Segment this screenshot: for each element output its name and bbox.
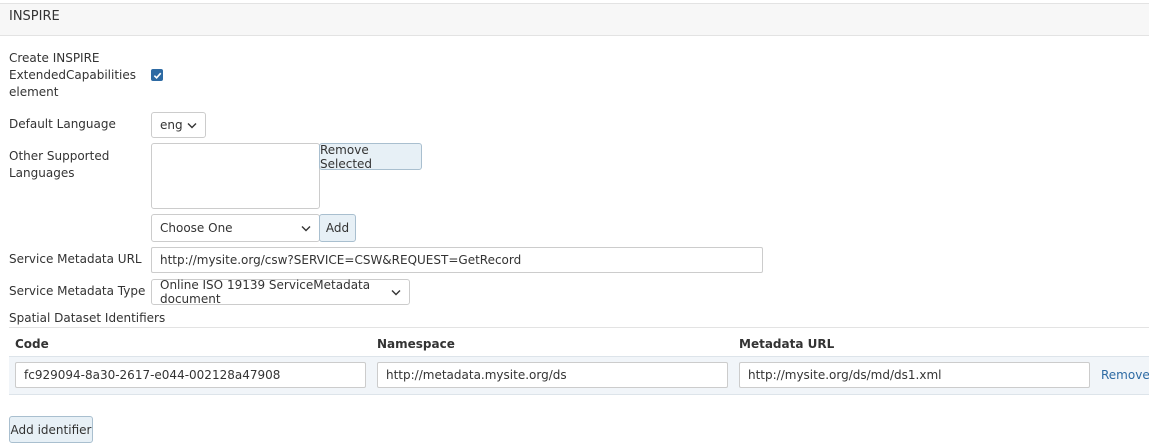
- default-language-label: Default Language: [9, 117, 116, 131]
- service-metadata-type-value: Online ISO 19139 ServiceMetadata documen…: [160, 278, 371, 306]
- namespace-input[interactable]: http://metadata.mysite.org/ds: [377, 362, 728, 388]
- default-language-value: eng: [160, 118, 183, 132]
- chevron-down-icon: [391, 289, 401, 296]
- remove-selected-button[interactable]: Remove Selected: [319, 143, 422, 171]
- service-metadata-type-label: Service Metadata Type: [9, 284, 146, 298]
- service-metadata-url-label: Service Metadata URL: [9, 252, 142, 266]
- choose-language-select[interactable]: Choose One: [151, 214, 320, 242]
- spatial-ids-label: Spatial Dataset Identifiers: [9, 311, 166, 325]
- column-header-metadata-url: Metadata URL: [739, 337, 835, 351]
- section-header: [0, 3, 1149, 36]
- remove-row-link[interactable]: Remove: [1101, 368, 1149, 382]
- choose-language-value: Choose One: [160, 221, 233, 235]
- add-language-button[interactable]: Add: [319, 214, 356, 242]
- service-metadata-type-select[interactable]: Online ISO 19139 ServiceMetadata documen…: [151, 278, 410, 306]
- create-element-label: Create INSPIRE ExtendedCapabilities elem…: [9, 51, 136, 99]
- other-languages-label: Other Supported Languages: [9, 149, 110, 180]
- code-input[interactable]: fc929094-8a30-2617-e044-002128a47908: [15, 362, 366, 388]
- section-title: INSPIRE: [9, 9, 60, 24]
- metadata-url-input[interactable]: http://mysite.org/ds/md/ds1.xml: [739, 362, 1090, 388]
- create-element-checkbox[interactable]: [151, 69, 163, 81]
- table-header: [9, 327, 1149, 356]
- chevron-down-icon: [187, 122, 197, 129]
- other-languages-listbox[interactable]: [151, 143, 320, 209]
- add-identifier-button[interactable]: Add identifier: [9, 416, 93, 443]
- default-language-select[interactable]: eng: [151, 112, 206, 138]
- column-header-namespace: Namespace: [377, 337, 455, 351]
- checkmark-icon: [153, 72, 161, 79]
- service-metadata-url-input[interactable]: http://mysite.org/csw?SERVICE=CSW&REQUES…: [151, 247, 763, 273]
- chevron-down-icon: [301, 225, 311, 232]
- column-header-code: Code: [15, 337, 49, 351]
